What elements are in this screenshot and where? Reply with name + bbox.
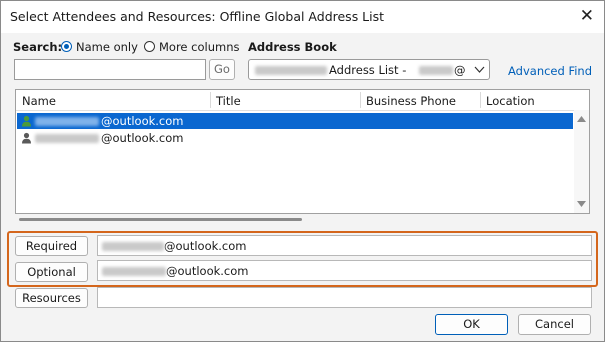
chevron-down-icon [474, 66, 485, 73]
required-button[interactable]: Required [15, 236, 88, 256]
required-field-email: @outlook.com [164, 239, 247, 253]
redacted-text [102, 267, 166, 276]
vertical-scrollbar[interactable] [574, 110, 589, 213]
dialog-title: Select Attendees and Resources: Offline … [10, 9, 385, 24]
title-bar: Select Attendees and Resources: Offline … [1, 1, 604, 33]
list-row[interactable]: @outlook.com [17, 130, 573, 146]
redacted-text [419, 66, 453, 75]
more-columns-label[interactable]: More columns [159, 40, 240, 54]
horizontal-scrollbar-thumb[interactable] [19, 218, 302, 221]
close-icon[interactable]: ✕ [580, 6, 594, 26]
redacted-text [255, 66, 327, 75]
optional-button[interactable]: Optional [15, 262, 88, 282]
scroll-up-arrow-icon[interactable] [577, 116, 586, 122]
ok-button[interactable]: OK [435, 314, 508, 335]
column-header-name[interactable]: Name [22, 94, 56, 108]
address-book-selected-text: Address List - [329, 63, 407, 77]
search-input[interactable] [14, 59, 206, 80]
column-header-location[interactable]: Location [486, 94, 535, 108]
redacted-text [35, 117, 99, 126]
address-book-selected-suffix: @ [454, 63, 466, 77]
list-row-email: @outlook.com [101, 114, 184, 128]
scroll-down-arrow-icon[interactable] [577, 201, 586, 207]
more-columns-radio[interactable] [144, 41, 155, 52]
resources-button[interactable]: Resources [15, 288, 88, 308]
optional-field[interactable]: @outlook.com [97, 260, 592, 281]
column-divider[interactable] [210, 92, 211, 108]
column-divider[interactable] [360, 92, 361, 108]
list-row[interactable]: @outlook.com [17, 113, 573, 129]
address-book-label: Address Book [248, 40, 337, 54]
cancel-button[interactable]: Cancel [518, 314, 591, 335]
address-book-select[interactable]: Address List - @ [248, 59, 490, 80]
select-attendees-dialog: Select Attendees and Resources: Offline … [0, 0, 605, 342]
person-icon [22, 132, 31, 144]
optional-field-email: @outlook.com [166, 264, 249, 278]
search-label: Search: [13, 40, 63, 54]
list-header: Name Title Business Phone Location [16, 90, 574, 111]
redacted-text [102, 242, 164, 251]
name-only-label[interactable]: Name only [76, 40, 138, 54]
resources-field[interactable] [97, 287, 592, 308]
name-only-radio[interactable] [61, 41, 72, 52]
redacted-text [35, 134, 99, 143]
go-button[interactable]: Go [209, 59, 235, 80]
column-divider[interactable] [480, 92, 481, 108]
person-icon [22, 115, 31, 127]
column-header-business-phone[interactable]: Business Phone [366, 94, 456, 108]
required-field[interactable]: @outlook.com [97, 235, 592, 256]
advanced-find-link[interactable]: Advanced Find [508, 64, 592, 78]
list-row-email: @outlook.com [101, 131, 184, 145]
address-list[interactable]: Name Title Business Phone Location @outl… [15, 89, 590, 214]
column-header-title[interactable]: Title [216, 94, 241, 108]
